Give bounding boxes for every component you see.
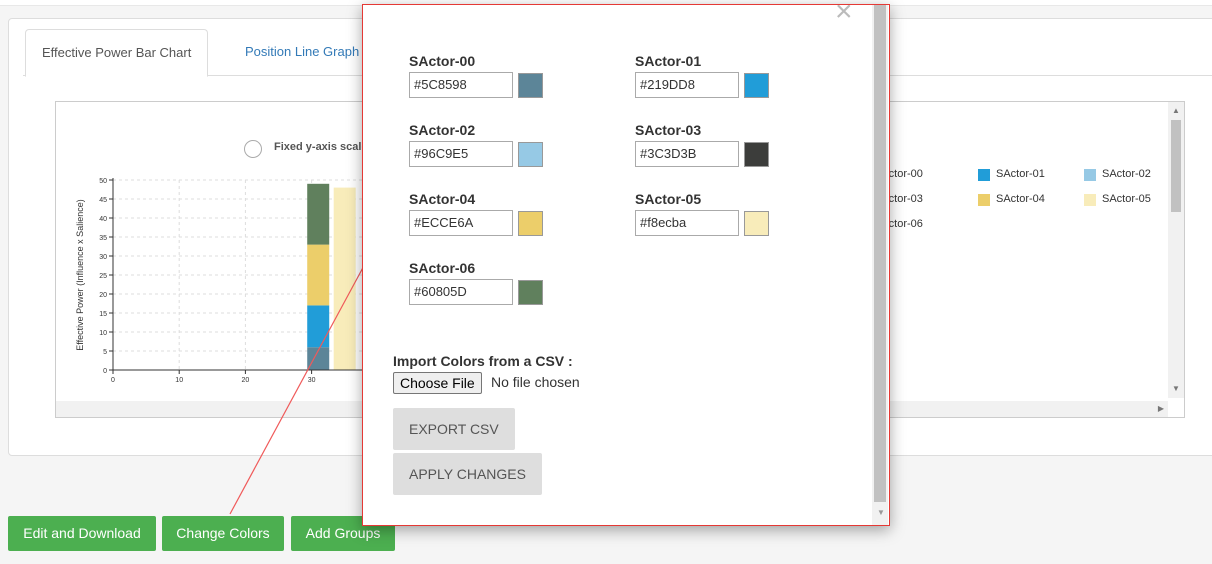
change-colors-modal: × SActor-00 #5C8598 SActor-01 #219DD8 SA… — [362, 4, 890, 526]
tab-position-line-graph[interactable]: Position Line Graph — [229, 29, 375, 74]
export-csv-button[interactable]: EXPORT CSV — [393, 408, 515, 450]
bar-segment-sactor-00 — [307, 347, 330, 370]
color-swatch[interactable] — [518, 211, 543, 236]
legend-swatch — [978, 169, 990, 181]
y-tick-label: 30 — [99, 254, 107, 261]
color-swatch[interactable] — [744, 211, 769, 236]
legend-label: SActor-05 — [1102, 193, 1151, 205]
hex-input[interactable]: #5C8598 — [409, 72, 513, 98]
close-icon[interactable]: × — [835, 5, 853, 29]
actor-name: SActor-01 — [635, 53, 702, 69]
x-tick-label: 30 — [308, 377, 316, 384]
y-tick-label: 25 — [99, 273, 107, 280]
hex-input[interactable]: #96C9E5 — [409, 141, 513, 167]
bar-segment-sactor-04 — [307, 244, 330, 306]
actor-color-sactor-03: SActor-03 #3C3D3B — [635, 122, 805, 182]
hex-input[interactable]: #60805D — [409, 279, 513, 305]
y-tick-label: 0 — [103, 368, 107, 375]
x-tick-label: 0 — [111, 377, 115, 384]
hex-input[interactable]: #f8ecba — [635, 210, 739, 236]
scroll-down-arrow-icon[interactable]: ▼ — [877, 508, 885, 517]
actor-name: SActor-03 — [635, 122, 702, 138]
modal-scrollbar[interactable]: ▼ — [872, 5, 888, 525]
legend-label: SActor-02 — [1102, 168, 1151, 180]
scroll-right-arrow-icon[interactable]: ▶ — [1158, 404, 1164, 413]
actor-color-sactor-02: SActor-02 #96C9E5 — [409, 122, 579, 182]
y-tick-label: 35 — [99, 235, 107, 242]
y-tick-label: 15 — [99, 311, 107, 318]
actor-color-sactor-04: SActor-04 #ECCE6A — [409, 191, 579, 251]
scrollbar-thumb[interactable] — [1171, 120, 1181, 212]
hex-input[interactable]: #219DD8 — [635, 72, 739, 98]
y-tick-label: 45 — [99, 197, 107, 204]
y-tick-label: 50 — [99, 178, 107, 185]
chart-vertical-scrollbar[interactable]: ▲ ▼ — [1168, 102, 1184, 398]
tab-effective-power-bar-chart[interactable]: Effective Power Bar Chart — [25, 29, 209, 77]
hex-input[interactable]: #ECCE6A — [409, 210, 513, 236]
legend-label: SActor-01 — [996, 168, 1045, 180]
edit-and-download-button[interactable]: Edit and Download — [8, 516, 156, 551]
bar-segment-sactor-05 — [333, 187, 356, 370]
y-axis-label: Effective Power (Influence x Salience) — [75, 199, 85, 350]
x-tick-label: 10 — [175, 377, 183, 384]
actor-name: SActor-04 — [409, 191, 476, 207]
actor-color-sactor-05: SActor-05 #f8ecba — [635, 191, 805, 251]
actor-name: SActor-00 — [409, 53, 476, 69]
color-swatch[interactable] — [518, 280, 543, 305]
legend-label: SActor-04 — [996, 193, 1045, 205]
color-swatch[interactable] — [744, 142, 769, 167]
actor-name: SActor-06 — [409, 260, 476, 276]
x-tick-label: 20 — [242, 377, 250, 384]
color-swatch[interactable] — [518, 142, 543, 167]
legend-swatch — [1084, 194, 1096, 206]
import-colors-label: Import Colors from a CSV : — [393, 353, 573, 369]
legend-swatch — [1084, 169, 1096, 181]
actor-name: SActor-02 — [409, 122, 476, 138]
bar-chart: 0 5 10 15 20 25 30 35 40 45 50 0 10 20 30 Effective Pow… — [75, 178, 386, 384]
y-tick-label: 10 — [99, 330, 107, 337]
legend-swatch — [978, 194, 990, 206]
scroll-up-arrow-icon[interactable]: ▲ — [1172, 106, 1180, 115]
bar-segment-sactor-01 — [307, 305, 330, 348]
color-swatch[interactable] — [518, 73, 543, 98]
choose-file-button[interactable]: Choose File — [393, 372, 482, 394]
hex-input[interactable]: #3C3D3B — [635, 141, 739, 167]
y-tick-label: 20 — [99, 292, 107, 299]
actor-color-sactor-06: SActor-06 #60805D — [409, 260, 579, 320]
scrollbar-thumb[interactable] — [874, 5, 886, 502]
bar-segment-sactor-06 — [307, 183, 330, 245]
y-tick-label: 5 — [103, 349, 107, 356]
scroll-down-arrow-icon[interactable]: ▼ — [1172, 384, 1180, 393]
y-tick-label: 40 — [99, 216, 107, 223]
no-file-chosen-text: No file chosen — [491, 374, 580, 390]
actor-color-sactor-01: SActor-01 #219DD8 — [635, 53, 805, 113]
color-swatch[interactable] — [744, 73, 769, 98]
actor-name: SActor-05 — [635, 191, 702, 207]
actor-color-sactor-00: SActor-00 #5C8598 — [409, 53, 579, 113]
apply-changes-button[interactable]: APPLY CHANGES — [393, 453, 542, 495]
change-colors-button[interactable]: Change Colors — [162, 516, 284, 551]
